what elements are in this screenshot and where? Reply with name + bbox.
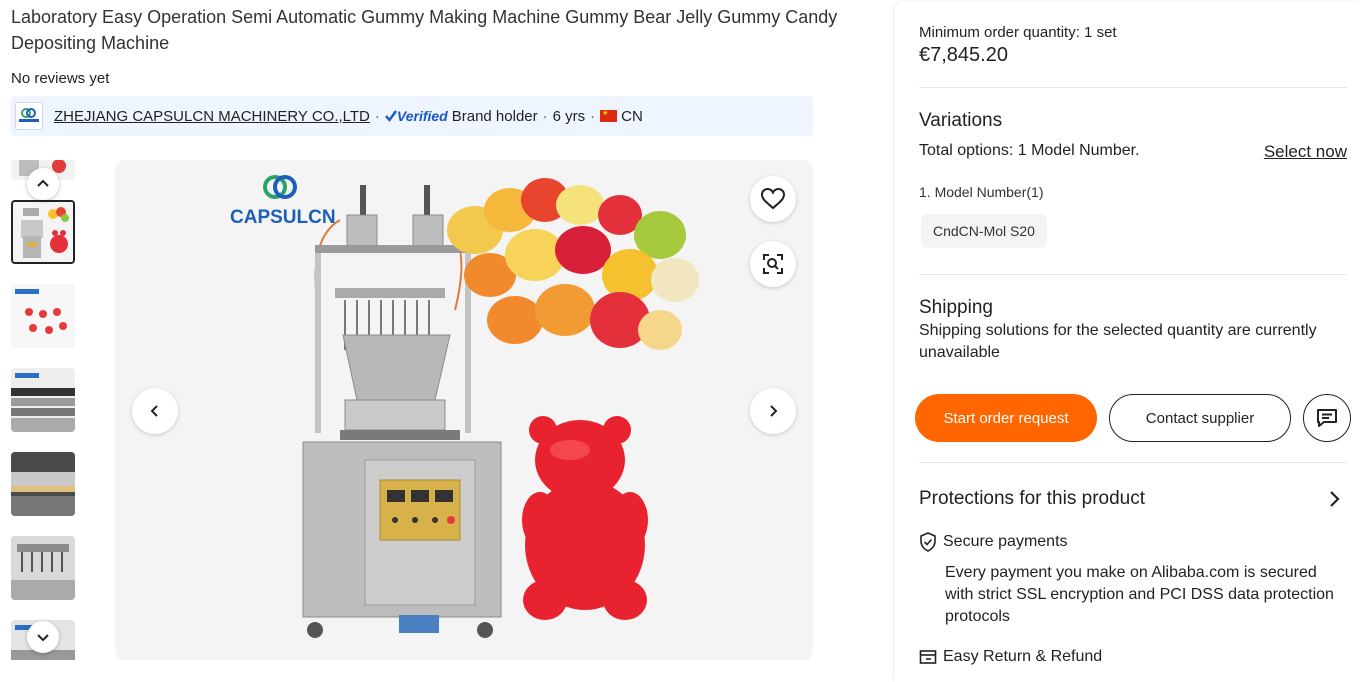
secure-payments-description: Every payment you make on Alibaba.com is… bbox=[945, 564, 1334, 625]
thumbnail-image[interactable] bbox=[11, 452, 75, 516]
next-image-button[interactable] bbox=[750, 388, 796, 434]
select-now-link[interactable]: Select now bbox=[1264, 142, 1347, 162]
image-search-icon bbox=[763, 254, 783, 274]
shield-check-icon bbox=[920, 532, 936, 552]
protections-expand-button[interactable] bbox=[1327, 489, 1343, 514]
return-refund-icon bbox=[919, 650, 937, 664]
easy-return-row: Easy Return & Refund bbox=[919, 648, 1347, 666]
model-number-label: 1. Model Number(1) bbox=[919, 184, 1044, 200]
verified-label: Verified bbox=[396, 108, 448, 124]
contact-supplier-button[interactable]: Contact supplier bbox=[1109, 394, 1291, 442]
chevron-up-icon bbox=[37, 179, 49, 187]
chevron-right-icon bbox=[1330, 491, 1340, 507]
chat-icon bbox=[1317, 409, 1337, 427]
thumbnail-image[interactable] bbox=[11, 536, 75, 600]
secure-payments-label: Secure payments bbox=[943, 533, 1068, 550]
shipping-title: Shipping bbox=[919, 297, 993, 318]
chat-button[interactable] bbox=[1303, 394, 1351, 442]
capsulcn-logo: CAPSULCN bbox=[230, 175, 336, 228]
reviews-text: No reviews yet bbox=[11, 70, 110, 87]
thumbnail-strip bbox=[11, 160, 75, 660]
supplier-country: CN bbox=[621, 107, 643, 125]
divider bbox=[919, 462, 1347, 463]
variations-title: Variations bbox=[919, 110, 1003, 131]
minimum-order-quantity: Minimum order quantity: 1 set bbox=[919, 24, 1117, 41]
thumbnail-image[interactable] bbox=[11, 368, 75, 432]
model-option-chip[interactable]: CndCN-Mol S20 bbox=[921, 214, 1047, 248]
separator-dot: · bbox=[590, 107, 596, 125]
main-product-image[interactable]: CAPSULCN bbox=[115, 160, 813, 660]
price: €7,845.20 bbox=[919, 44, 1008, 66]
brand-holder-text: Brand holder bbox=[451, 107, 538, 125]
brand-logo-text: CAPSULCN bbox=[230, 207, 336, 228]
thumbnail-scroll-up-button[interactable] bbox=[27, 168, 59, 200]
thumbnail-image[interactable] bbox=[11, 284, 75, 348]
verified-check-icon bbox=[384, 110, 397, 122]
start-order-request-button[interactable]: Start order request bbox=[915, 394, 1097, 442]
chevron-left-icon bbox=[150, 405, 158, 417]
divider bbox=[919, 274, 1347, 275]
chevron-down-icon bbox=[37, 634, 49, 642]
product-title: Laboratory Easy Operation Semi Automatic… bbox=[11, 7, 838, 53]
previous-image-button[interactable] bbox=[132, 388, 178, 434]
supplier-years: 6 yrs bbox=[552, 107, 586, 125]
thumbnail-image-selected[interactable] bbox=[11, 200, 75, 264]
chevron-right-icon bbox=[770, 405, 778, 417]
separator-dot: · bbox=[374, 107, 380, 125]
supplier-logo[interactable] bbox=[15, 102, 43, 130]
gummy-machine-illustration: CAPSULCN bbox=[230, 175, 699, 638]
heart-icon bbox=[760, 187, 786, 210]
thumbnail-scroll-down-button[interactable] bbox=[27, 621, 59, 653]
supplier-bar: ZHEJIANG CAPSULCN MACHINERY CO.,LTD · Ve… bbox=[11, 96, 813, 136]
protections-title: Protections for this product bbox=[919, 488, 1145, 509]
gummy-bears-cluster bbox=[447, 178, 699, 350]
purchase-panel: Minimum order quantity: 1 set €7,845.20 … bbox=[895, 2, 1360, 682]
secure-payments-row: Secure payments bbox=[919, 532, 1347, 552]
verified-badge[interactable]: Verified bbox=[384, 108, 448, 124]
divider bbox=[919, 87, 1347, 88]
shipping-text: Shipping solutions for the selected quan… bbox=[919, 322, 1317, 361]
supplier-name-link[interactable]: ZHEJIANG CAPSULCN MACHINERY CO.,LTD bbox=[54, 108, 370, 125]
easy-return-label: Easy Return & Refund bbox=[943, 648, 1103, 665]
favorite-button[interactable] bbox=[750, 176, 796, 222]
separator-dot: · bbox=[542, 107, 548, 125]
china-flag-icon bbox=[600, 110, 618, 122]
image-search-button[interactable] bbox=[750, 241, 796, 287]
